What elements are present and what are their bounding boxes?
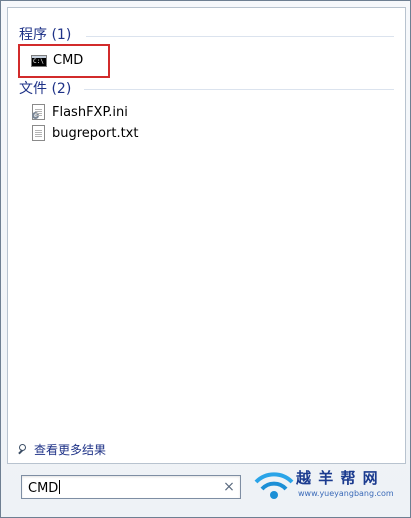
text-file-icon: [32, 125, 45, 141]
file-item-flashfxp[interactable]: FlashFXP.ini: [31, 102, 128, 122]
programs-group-header[interactable]: 程序 (1): [19, 26, 71, 44]
close-icon[interactable]: ×: [222, 478, 236, 496]
programs-group-divider: [86, 36, 394, 37]
watermark-url: www.yueyangbang.com: [298, 489, 394, 498]
files-group-header[interactable]: 文件 (2): [19, 80, 71, 98]
text-caret: [59, 480, 61, 494]
file-item-label: FlashFXP.ini: [52, 104, 128, 120]
files-group-divider: [84, 89, 394, 90]
watermark-logo: 越 羊 帮 网 www.yueyangbang.com: [252, 465, 402, 509]
search-results-panel: 程序 (1) C:\ CMD 文件 (2) FlashFXP.ini bugre…: [7, 7, 406, 464]
see-more-label: 查看更多结果: [34, 443, 107, 457]
program-item-cmd[interactable]: C:\ CMD: [31, 50, 83, 70]
file-item-label: bugreport.txt: [52, 125, 139, 141]
file-item-bugreport[interactable]: bugreport.txt: [31, 123, 138, 143]
see-more-results-link[interactable]: 查看更多结果: [17, 441, 106, 458]
watermark-title: 越 羊 帮 网: [296, 469, 379, 487]
search-icon: [17, 443, 29, 456]
cmd-console-icon: C:\: [31, 55, 47, 67]
program-item-label: CMD: [53, 52, 84, 68]
start-menu-window: 程序 (1) C:\ CMD 文件 (2) FlashFXP.ini bugre…: [0, 0, 411, 518]
wifi-logo-icon: [254, 472, 294, 499]
search-input[interactable]: CMD ×: [21, 475, 241, 499]
search-input-value: CMD: [28, 480, 61, 496]
ini-config-file-icon: [32, 104, 45, 120]
